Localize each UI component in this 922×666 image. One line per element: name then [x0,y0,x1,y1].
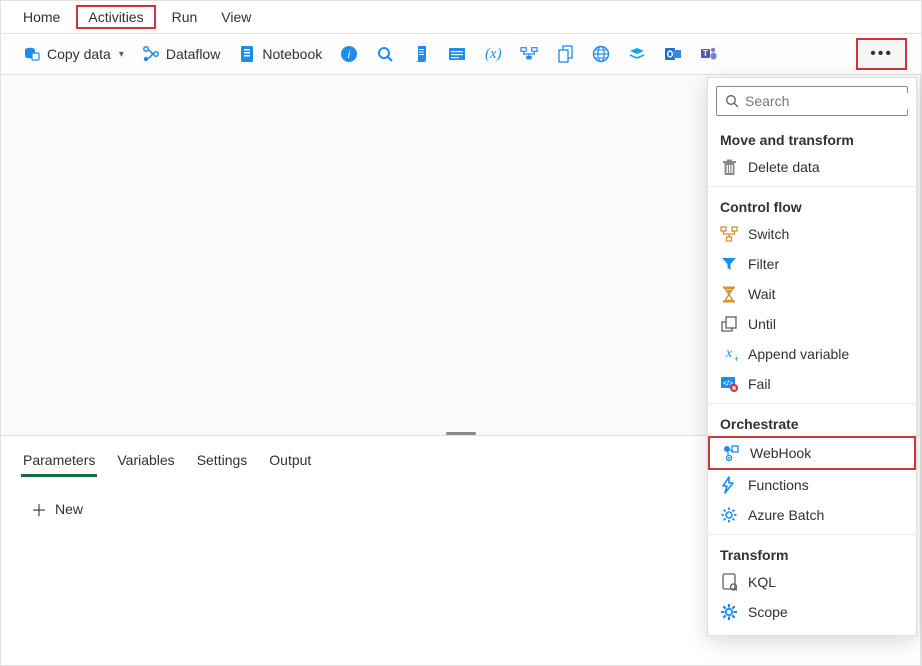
menu-append-variable[interactable]: x+ Append variable [708,339,916,369]
more-activities-button[interactable]: ••• [856,38,907,70]
tab-home[interactable]: Home [11,5,72,29]
copy-data-button[interactable]: Copy data ▾ [15,41,132,67]
section-move: Move and transform [708,124,916,152]
teams-icon: T [700,45,718,63]
chevron-down-icon: ▾ [119,49,124,60]
plus-icon: ＋ [31,497,47,521]
info-button[interactable]: i [332,41,366,67]
menu-until[interactable]: Until [708,309,916,339]
search-input[interactable] [745,93,917,109]
variable-icon: (x) [484,45,502,63]
menu-fail[interactable]: </> Fail [708,369,916,399]
menu-label: Azure Batch [748,507,824,523]
pipeline-button[interactable] [512,41,546,67]
menu-label: Wait [748,286,775,302]
tab-output[interactable]: Output [267,446,313,477]
menu-scope[interactable]: Scope [708,597,916,627]
menu-webhook[interactable]: WebHook [708,436,916,470]
notebook-button[interactable]: Notebook [230,41,330,67]
section-transform: Transform [708,539,916,567]
outlook-icon [664,45,682,63]
activities-flyout: Move and transform Delete data Control f… [707,77,917,636]
menu-label: Delete data [748,159,820,175]
stored-proc-button[interactable] [440,41,474,67]
office-button[interactable] [656,41,690,67]
menu-label: Functions [748,477,809,493]
dataflow-label: Dataflow [166,46,220,62]
menu-switch[interactable]: Switch [708,219,916,249]
foreach-button[interactable] [548,41,582,67]
info-icon: i [340,45,358,63]
menu-kql[interactable]: KQL [708,567,916,597]
menu-label: Filter [748,256,779,272]
databricks-icon [628,45,646,63]
tab-variables[interactable]: Variables [115,446,176,477]
svg-text:T: T [703,49,708,58]
top-tabs: Home Activities Run View [1,1,921,33]
menu-label: Until [748,316,776,332]
functions-icon [720,476,738,494]
copy-data-icon [23,45,41,63]
trash-icon [720,158,738,176]
append-var-icon: x+ [720,345,738,363]
hourglass-icon [720,285,738,303]
section-orchestrate: Orchestrate [708,408,916,436]
switch-icon [720,225,738,243]
tab-activities[interactable]: Activities [76,5,155,29]
search-icon [725,94,739,108]
web-button[interactable] [584,41,618,67]
dataflow-button[interactable]: Dataflow [134,41,228,67]
tab-settings[interactable]: Settings [195,446,250,477]
scope-icon [720,603,738,621]
notebook-label: Notebook [262,46,322,62]
search-icon [376,45,394,63]
teams-button[interactable]: T [692,41,726,67]
menu-label: Fail [748,376,771,392]
activities-search[interactable] [716,86,908,116]
filter-icon [720,255,738,273]
pipeline-icon [520,45,538,63]
gear-icon [720,506,738,524]
kql-icon [720,573,738,591]
globe-icon [592,45,610,63]
notebook-icon [238,45,256,63]
menu-label: WebHook [750,445,811,461]
new-label: New [55,501,83,517]
menu-delete-data[interactable]: Delete data [708,152,916,182]
until-icon [720,315,738,333]
dataflow-icon [142,45,160,63]
sql-icon [448,45,466,63]
copy-data-label: Copy data [47,46,111,62]
script-button[interactable] [404,41,438,67]
menu-label: Append variable [748,346,849,362]
tab-parameters[interactable]: Parameters [21,446,97,477]
tab-run[interactable]: Run [160,5,210,29]
menu-label: KQL [748,574,776,590]
variable-button[interactable]: (x) [476,41,510,67]
section-control: Control flow [708,191,916,219]
main-area: Parameters Variables Settings Output ＋ N… [1,75,921,665]
menu-azure-batch[interactable]: Azure Batch [708,500,916,530]
menu-filter[interactable]: Filter [708,249,916,279]
script-icon [412,45,430,63]
menu-wait[interactable]: Wait [708,279,916,309]
activities-toolbar: Copy data ▾ Dataflow Notebook i (x) T ••… [1,33,921,75]
foreach-icon [556,45,574,63]
menu-label: Scope [748,604,788,620]
menu-label: Switch [748,226,789,242]
menu-functions[interactable]: Functions [708,470,916,500]
webhook-icon [722,444,740,462]
databricks-button[interactable] [620,41,654,67]
tab-view[interactable]: View [209,5,263,29]
lookup-button[interactable] [368,41,402,67]
fail-icon: </> [720,375,738,393]
